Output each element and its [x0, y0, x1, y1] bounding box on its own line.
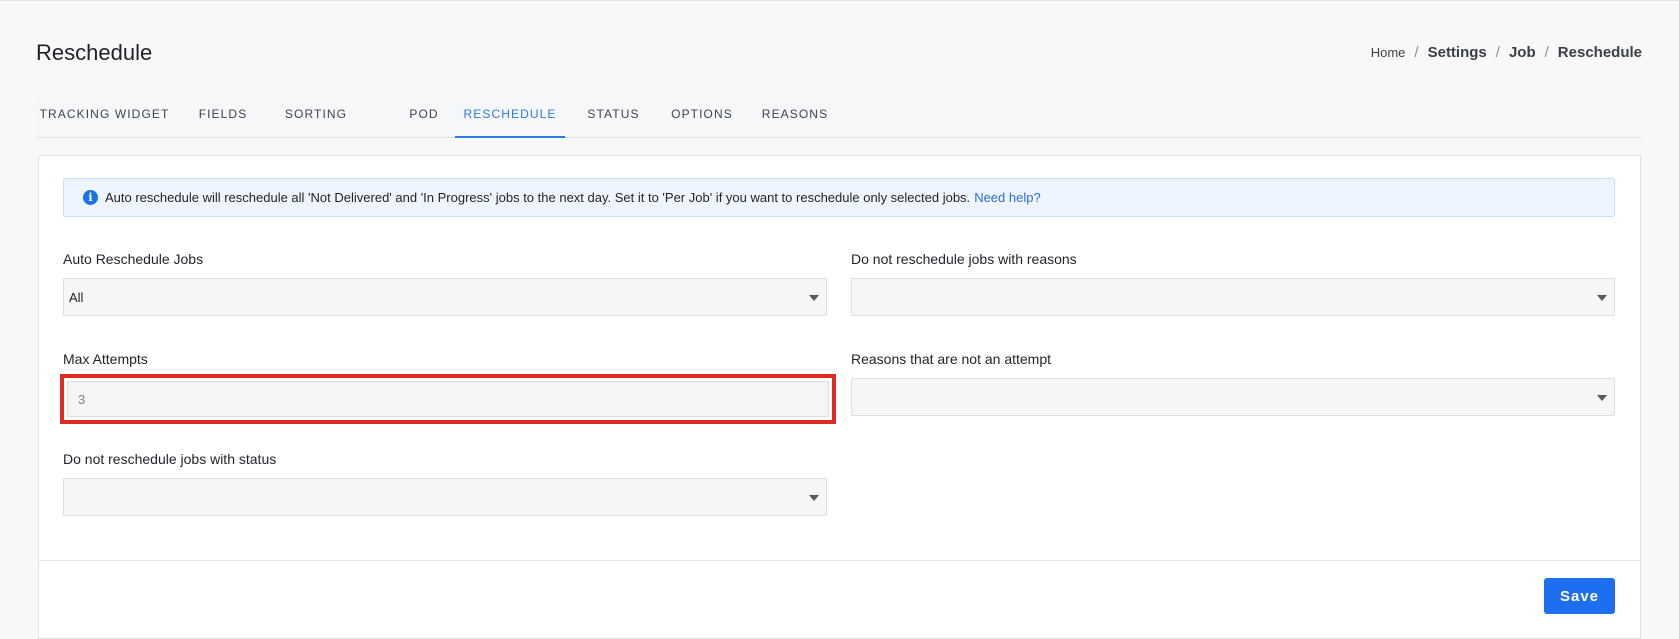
- info-icon: i: [83, 190, 98, 205]
- breadcrumb-job[interactable]: Job: [1509, 44, 1536, 61]
- tab-tracking-widget[interactable]: TRACKING WIDGET: [37, 92, 172, 137]
- exclude-status-label: Do not reschedule jobs with status: [63, 451, 277, 467]
- auto-reschedule-select[interactable]: All: [63, 278, 827, 316]
- not-attempt-reasons-select[interactable]: [851, 378, 1615, 416]
- top-border: [0, 0, 1679, 1]
- page-title: Reschedule: [36, 40, 153, 65]
- exclude-reasons-label: Do not reschedule jobs with reasons: [851, 251, 1077, 267]
- info-alert-text: Auto reschedule will reschedule all 'Not…: [105, 190, 971, 205]
- auto-reschedule-value: All: [69, 290, 84, 305]
- max-attempts-highlight: [60, 374, 836, 424]
- breadcrumb-settings[interactable]: Settings: [1428, 44, 1487, 61]
- breadcrumb-separator: /: [1544, 44, 1549, 61]
- tab-status[interactable]: STATUS: [576, 92, 651, 137]
- max-attempts-input[interactable]: [67, 381, 829, 417]
- save-button[interactable]: Save: [1544, 578, 1615, 614]
- info-alert: i Auto reschedule will reschedule all 'N…: [63, 178, 1615, 217]
- chevron-down-icon: [1597, 395, 1607, 401]
- reschedule-settings-card: i Auto reschedule will reschedule all 'N…: [38, 155, 1641, 639]
- tab-pod[interactable]: POD: [394, 92, 454, 137]
- card-divider: [39, 560, 1640, 561]
- chevron-down-icon: [809, 495, 819, 501]
- chevron-down-icon: [809, 295, 819, 301]
- tab-reschedule[interactable]: RESCHEDULE: [455, 92, 565, 138]
- breadcrumb-separator: /: [1495, 44, 1500, 61]
- breadcrumb-home[interactable]: Home: [1371, 45, 1406, 60]
- settings-tabs: TRACKING WIDGET FIELDS SORTING POD RESCH…: [37, 92, 1641, 138]
- breadcrumb-reschedule: Reschedule: [1557, 44, 1642, 61]
- auto-reschedule-label: Auto Reschedule Jobs: [63, 251, 204, 267]
- tab-fields[interactable]: FIELDS: [189, 92, 257, 137]
- tab-options[interactable]: OPTIONS: [659, 92, 745, 137]
- max-attempts-label: Max Attempts: [63, 351, 148, 367]
- not-attempt-reasons-label: Reasons that are not an attempt: [851, 351, 1052, 367]
- breadcrumb: Home / Settings / Job / Reschedule: [1371, 44, 1642, 61]
- tab-reasons[interactable]: REASONS: [753, 92, 837, 137]
- need-help-link[interactable]: Need help?: [974, 190, 1041, 205]
- exclude-status-select[interactable]: [63, 478, 827, 516]
- chevron-down-icon: [1597, 295, 1607, 301]
- tab-sorting[interactable]: SORTING: [274, 92, 358, 137]
- exclude-reasons-select[interactable]: [851, 278, 1615, 316]
- breadcrumb-separator: /: [1414, 44, 1419, 61]
